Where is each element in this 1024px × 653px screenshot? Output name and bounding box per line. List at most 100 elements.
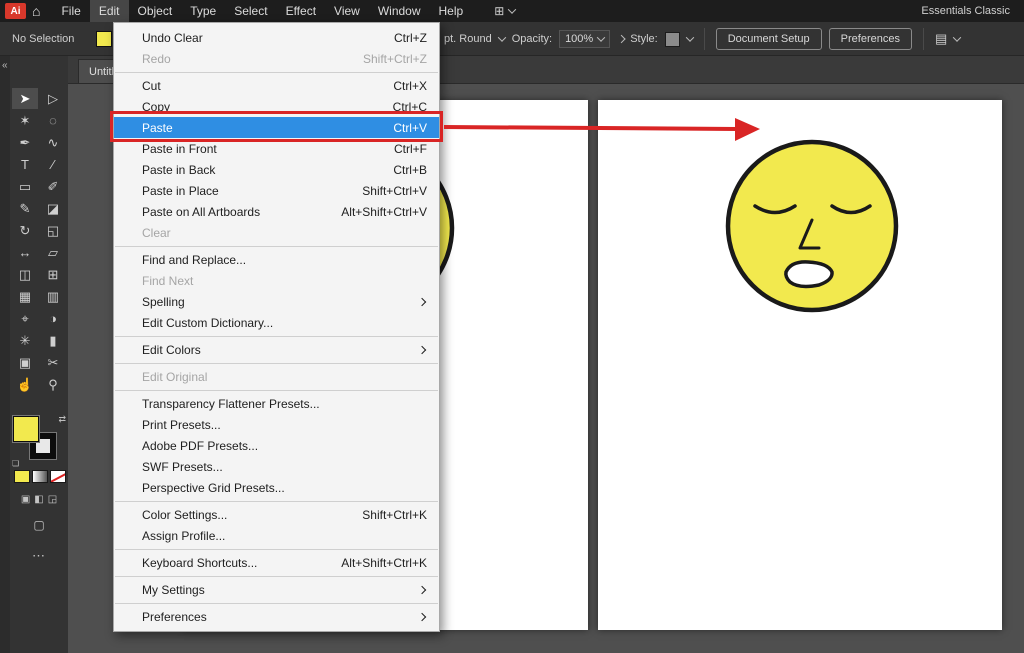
type-tool[interactable]: T <box>12 154 38 175</box>
style-swatch[interactable] <box>665 32 680 47</box>
chevron-down-icon <box>508 5 516 13</box>
artboard-2[interactable] <box>598 100 1002 630</box>
menu-separator <box>115 363 438 364</box>
gradient-tool[interactable]: ▥ <box>40 286 66 307</box>
menu-separator <box>115 246 438 247</box>
lasso-tool[interactable]: ◌ <box>40 110 66 131</box>
default-fill-stroke-icon[interactable]: ❏ <box>12 459 19 468</box>
hand-tool[interactable]: ☝ <box>12 374 38 395</box>
preferences-button[interactable]: Preferences <box>829 28 912 50</box>
chevron-right-icon[interactable] <box>617 35 625 43</box>
edit-menu-item[interactable]: Edit Colors <box>114 339 439 360</box>
curvature-tool[interactable]: ∿ <box>40 132 66 153</box>
edit-menu-item[interactable]: Find and Replace... <box>114 249 439 270</box>
illustrator-logo[interactable]: Ai <box>5 3 26 19</box>
opacity-value: 100% <box>565 33 593 45</box>
edit-menu-item[interactable]: Copy Ctrl+C <box>114 96 439 117</box>
menubar-item-file[interactable]: File <box>52 0 89 22</box>
edit-menu-item: Redo Shift+Ctrl+Z <box>114 48 439 69</box>
edit-menu-item[interactable]: Print Presets... <box>114 414 439 435</box>
menubar-item-select[interactable]: Select <box>225 0 276 22</box>
rectangle-tool[interactable]: ▭ <box>12 176 38 197</box>
paintbrush-tool[interactable]: ✐ <box>40 176 66 197</box>
panel-edge-strip: « <box>0 56 10 653</box>
edit-menu-item[interactable]: Preferences <box>114 606 439 627</box>
fill-swatch[interactable] <box>13 416 39 442</box>
edit-menu-item-paste[interactable]: Paste Ctrl+V <box>114 117 439 138</box>
magic-wand-tool[interactable]: ✶ <box>12 110 38 131</box>
color-button[interactable] <box>14 470 30 483</box>
menu-separator <box>115 576 438 577</box>
edit-menu-item[interactable]: My Settings <box>114 579 439 600</box>
rotate-tool[interactable]: ↻ <box>12 220 38 241</box>
edit-menu-item[interactable]: Transparency Flattener Presets... <box>114 393 439 414</box>
home-icon[interactable]: ⌂ <box>32 3 40 19</box>
edit-menu-item[interactable]: Paste on All Artboards Alt+Shift+Ctrl+V <box>114 201 439 222</box>
edit-menu-item[interactable]: SWF Presets... <box>114 456 439 477</box>
pencil-tool[interactable]: ✎ <box>12 198 38 219</box>
column-graph-tool[interactable]: ▮ <box>40 330 66 351</box>
edit-menu-item[interactable]: Paste in Place Shift+Ctrl+V <box>114 180 439 201</box>
gradient-button[interactable] <box>32 470 48 483</box>
pen-tool[interactable]: ✒ <box>12 132 38 153</box>
menubar-item-window[interactable]: Window <box>369 0 430 22</box>
edit-menu-item[interactable]: Paste in Front Ctrl+F <box>114 138 439 159</box>
edit-menu-item[interactable]: Undo Clear Ctrl+Z <box>114 27 439 48</box>
edit-menu-item[interactable]: Color Settings... Shift+Ctrl+K <box>114 504 439 525</box>
edit-menu-item[interactable]: Spelling <box>114 291 439 312</box>
screen-mode-button[interactable]: ▢ <box>10 518 68 532</box>
menu-separator <box>115 549 438 550</box>
symbol-sprayer-tool[interactable]: ✳ <box>12 330 38 351</box>
brush-definition[interactable]: pt. Round <box>444 33 492 45</box>
menubar-item-effect[interactable]: Effect <box>277 0 325 22</box>
menubar-item-help[interactable]: Help <box>430 0 473 22</box>
document-setup-button[interactable]: Document Setup <box>716 28 822 50</box>
edit-menu-item[interactable]: Adobe PDF Presets... <box>114 435 439 456</box>
menubar-items: File Edit Object Type Select Effect Vi <box>52 0 472 22</box>
edit-menu-item[interactable]: Paste in Back Ctrl+B <box>114 159 439 180</box>
slice-tool[interactable]: ✂ <box>40 352 66 373</box>
swap-fill-stroke-icon[interactable]: ⇄ <box>58 414 66 425</box>
collapse-panel-icon[interactable]: « <box>2 60 8 71</box>
chevron-down-icon[interactable] <box>953 33 961 41</box>
zoom-tool[interactable]: ⚲ <box>40 374 66 395</box>
menubar-item-object[interactable]: Object <box>129 0 182 22</box>
menubar-item-type[interactable]: Type <box>181 0 225 22</box>
blend-tool[interactable]: ◑ <box>40 308 66 329</box>
draw-inside-icon[interactable]: ◲ <box>48 494 57 505</box>
menu-separator <box>115 501 438 502</box>
divider <box>923 28 924 50</box>
width-tool[interactable]: ↔ <box>12 242 38 263</box>
selection-tool[interactable]: ➤ <box>12 88 38 109</box>
edit-menu-item[interactable]: Perspective Grid Presets... <box>114 477 439 498</box>
draw-behind-icon[interactable]: ◧ <box>34 494 43 505</box>
direct-selection-tool[interactable]: ▷ <box>40 88 66 109</box>
none-button[interactable] <box>50 470 66 483</box>
fill-color-chip[interactable] <box>96 31 112 47</box>
chevron-down-icon[interactable] <box>685 33 693 41</box>
menubar-item-edit[interactable]: Edit <box>90 0 129 22</box>
mesh-tool[interactable]: ▦ <box>12 286 38 307</box>
artboard-tool[interactable]: ▣ <box>12 352 38 373</box>
line-segment-tool[interactable]: ∕ <box>40 154 66 175</box>
transform-options-icon[interactable]: ▤ <box>935 31 947 47</box>
color-mode-row <box>14 470 66 483</box>
opacity-value-dropdown[interactable]: 100% <box>559 30 610 48</box>
menubar-item-view[interactable]: View <box>325 0 369 22</box>
edit-menu-item[interactable]: Cut Ctrl+X <box>114 75 439 96</box>
eraser-tool[interactable]: ◪ <box>40 198 66 219</box>
draw-normal-icon[interactable]: ▣ <box>21 494 30 505</box>
eyedropper-tool[interactable]: ⌖ <box>12 308 38 329</box>
free-transform-tool[interactable]: ▱ <box>40 242 66 263</box>
shape-builder-tool[interactable]: ◫ <box>12 264 38 285</box>
chevron-down-icon[interactable] <box>497 33 505 41</box>
toolbar-overflow-icon[interactable]: ⋯ <box>10 548 68 564</box>
edit-menu-item[interactable]: Assign Profile... <box>114 525 439 546</box>
app-menubar: Ai ⌂ File Edit Object Type Select Effect <box>0 0 1024 22</box>
workspace-switcher[interactable]: Essentials Classic <box>921 5 1010 17</box>
arrange-documents-control[interactable]: ⊞ <box>494 4 515 18</box>
edit-menu-item[interactable]: Edit Custom Dictionary... <box>114 312 439 333</box>
edit-menu-item[interactable]: Keyboard Shortcuts... Alt+Shift+Ctrl+K <box>114 552 439 573</box>
perspective-grid-tool[interactable]: ⊞ <box>40 264 66 285</box>
scale-tool[interactable]: ◱ <box>40 220 66 241</box>
